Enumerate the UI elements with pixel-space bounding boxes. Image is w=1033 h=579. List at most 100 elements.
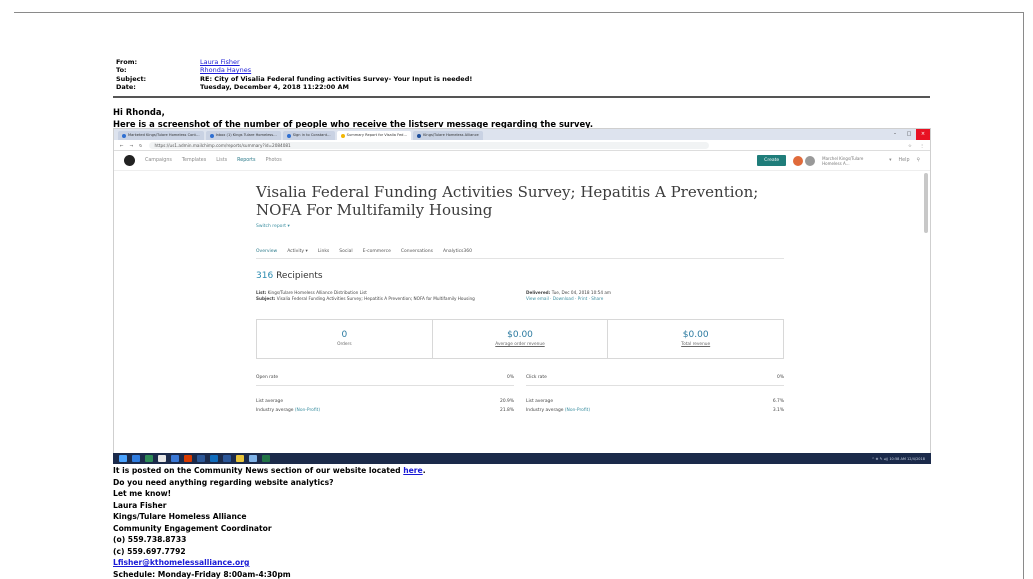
tab-social[interactable]: Social	[339, 249, 352, 254]
list-label: List:	[256, 290, 267, 295]
search-icon[interactable]: ⚲	[916, 158, 920, 163]
star-icon[interactable]: ☆	[908, 143, 912, 148]
tab-label: Sign in to Constant…	[292, 133, 331, 137]
to-label: To:	[116, 66, 127, 75]
stat-value: $0.00	[682, 330, 709, 340]
minimize-button[interactable]: –	[888, 129, 902, 140]
system-tray[interactable]: ^ ⊕ ✎ ◂)) 10:58 AM 12/4/2018	[872, 457, 931, 461]
stat-label[interactable]: Total revenue	[608, 342, 783, 347]
tab-favicon-icon	[340, 133, 345, 138]
browser-tab[interactable]: Sign in to Constant…	[282, 131, 335, 140]
website-link[interactable]: here	[403, 466, 422, 475]
click-rate-value: 0%	[777, 375, 784, 380]
scrollbar[interactable]	[924, 173, 928, 233]
from-label: From:	[116, 58, 138, 66]
explorer-icon[interactable]	[249, 455, 257, 462]
revenue-stats: 0 Orders $0.00 Average order revenue $0.00…	[256, 319, 784, 359]
forward-icon[interactable]: →	[130, 143, 134, 148]
click-list-average: 6.7%	[772, 399, 784, 404]
avatar-secondary	[805, 155, 816, 166]
nav-photos[interactable]: Photos	[266, 158, 282, 163]
address-bar-row: ← → ↻ https://us1.admin.mailchimp.com/re…	[114, 140, 930, 151]
maximize-button[interactable]: □	[902, 129, 916, 140]
browser-tab[interactable]: Inbox (1) Kings Tulare Homeless…	[205, 131, 281, 140]
to-link[interactable]: Rhonda Haynes	[200, 66, 251, 74]
mail-icon[interactable]	[171, 455, 179, 462]
delivered-label: Delivered:	[526, 290, 551, 295]
industry-average-label: Industry average	[256, 408, 294, 413]
browser-tab-bar: Marketed Kings/Tulare Homeless Cont… Inb…	[114, 129, 930, 140]
switch-report-link[interactable]: Switch report ▾	[256, 224, 784, 229]
nav-campaigns[interactable]: Campaigns	[145, 158, 172, 163]
back-icon[interactable]: ←	[120, 143, 124, 148]
stat-label[interactable]: Average order revenue	[433, 342, 608, 347]
chrome-icon[interactable]	[236, 455, 244, 462]
open-industry-average: 21.8%	[500, 408, 514, 413]
account-name[interactable]: Marchel Kings/Tulare Homeless A…	[822, 156, 882, 166]
tab-activity[interactable]: Activity ▾	[287, 249, 308, 254]
date-label: Date:	[116, 83, 136, 92]
tab-label: Inbox (1) Kings Tulare Homeless…	[215, 133, 277, 137]
files-icon[interactable]	[197, 455, 205, 462]
tab-favicon-icon	[209, 133, 214, 138]
subject-label: Subject:	[116, 74, 147, 83]
tab-analytics360[interactable]: Analytics360	[443, 249, 472, 254]
close-button[interactable]: ×	[916, 129, 930, 140]
subject-value: RE: City of Visalia Federal funding acti…	[200, 74, 473, 83]
tab-label: Summary Report for Visalia Fed…	[346, 133, 408, 137]
tab-label: Marketed Kings/Tulare Homeless Cont…	[128, 133, 200, 137]
page-top-border	[14, 12, 1024, 13]
click-industry-average: 3.1%	[772, 408, 784, 413]
meta-subject-label: Subject:	[256, 296, 276, 301]
windows-start-icon[interactable]	[119, 455, 127, 462]
nav-reports[interactable]: Reports	[237, 158, 255, 163]
report-tabs: Overview Activity ▾ Links Social E-comme…	[256, 249, 784, 259]
open-rate-block: Open rate 0% List average 20.9% Industry a…	[256, 375, 514, 413]
chevron-down-icon[interactable]: ▾	[889, 158, 891, 163]
outlook-icon[interactable]	[210, 455, 218, 462]
from-link[interactable]: Laura Fisher	[200, 58, 240, 66]
word-icon[interactable]	[223, 455, 231, 462]
create-button[interactable]: Create	[757, 155, 787, 166]
signature-office-phone: (o) 559.738.8733	[113, 535, 187, 544]
avatar[interactable]	[793, 155, 804, 166]
tab-links[interactable]: Links	[318, 249, 330, 254]
signature-schedule: Schedule: Monday-Friday 8:00am-4:30pm	[113, 569, 291, 579]
menu-icon[interactable]: ⋮	[920, 143, 924, 148]
mailchimp-logo-icon[interactable]	[124, 155, 135, 166]
tab-label: Kings/Tulare Homeless Alliance	[423, 133, 479, 137]
address-bar[interactable]: https://us1.admin.mailchimp.com/reports/…	[148, 141, 709, 149]
tab-conversations[interactable]: Conversations	[401, 249, 433, 254]
stat-total-revenue: $0.00 Total revenue	[608, 320, 783, 358]
browser-tab-active[interactable]: Summary Report for Visalia Fed…	[336, 131, 412, 140]
email-header: From: Laura Fisher To: Rhonda Haynes Subje…	[116, 58, 472, 92]
report-actions-links[interactable]: View email · Download · Print · Share	[526, 296, 784, 302]
signature-org: Kings/Tulare Homeless Alliance	[113, 512, 247, 521]
stat-label: Orders	[337, 342, 352, 347]
excel-icon[interactable]	[262, 455, 270, 462]
list-value: Kings/Tulare Homeless Alliance Distribut…	[267, 290, 367, 295]
industry-link[interactable]: (Non-Profit)	[295, 408, 320, 413]
edge-icon[interactable]	[132, 455, 140, 462]
store-icon[interactable]	[145, 455, 153, 462]
help-link[interactable]: Help	[899, 158, 910, 163]
nav-lists[interactable]: Lists	[216, 158, 227, 163]
home-icon[interactable]	[158, 455, 166, 462]
let-me-know: Let me know!	[113, 489, 172, 498]
recipients-count: 316	[256, 271, 274, 281]
posted-line: It is posted on the Community News secti…	[113, 465, 426, 477]
embedded-screenshot: Marketed Kings/Tulare Homeless Cont… Inb…	[113, 128, 931, 464]
click-rate-label: Click rate	[526, 375, 547, 380]
delivered-value: Tue, Dec 04, 2018 10:54 am	[551, 290, 611, 295]
reload-icon[interactable]: ↻	[139, 143, 143, 148]
browser-tab[interactable]: Kings/Tulare Homeless Alliance	[413, 131, 483, 140]
rates-section: Open rate 0% List average 20.9% Industry a…	[256, 375, 784, 413]
email-intro: Hi Rhonda, Here is a screenshot of the n…	[113, 106, 593, 130]
tab-ecommerce[interactable]: E-commerce	[363, 249, 391, 254]
industry-link[interactable]: (Non-Profit)	[565, 408, 590, 413]
tab-overview[interactable]: Overview	[256, 249, 277, 254]
browser-tab[interactable]: Marketed Kings/Tulare Homeless Cont…	[118, 131, 204, 140]
signature-email-link[interactable]: Lfisher@kthomelessalliance.org	[113, 558, 249, 567]
nav-templates[interactable]: Templates	[182, 158, 206, 163]
office-icon[interactable]	[184, 455, 192, 462]
